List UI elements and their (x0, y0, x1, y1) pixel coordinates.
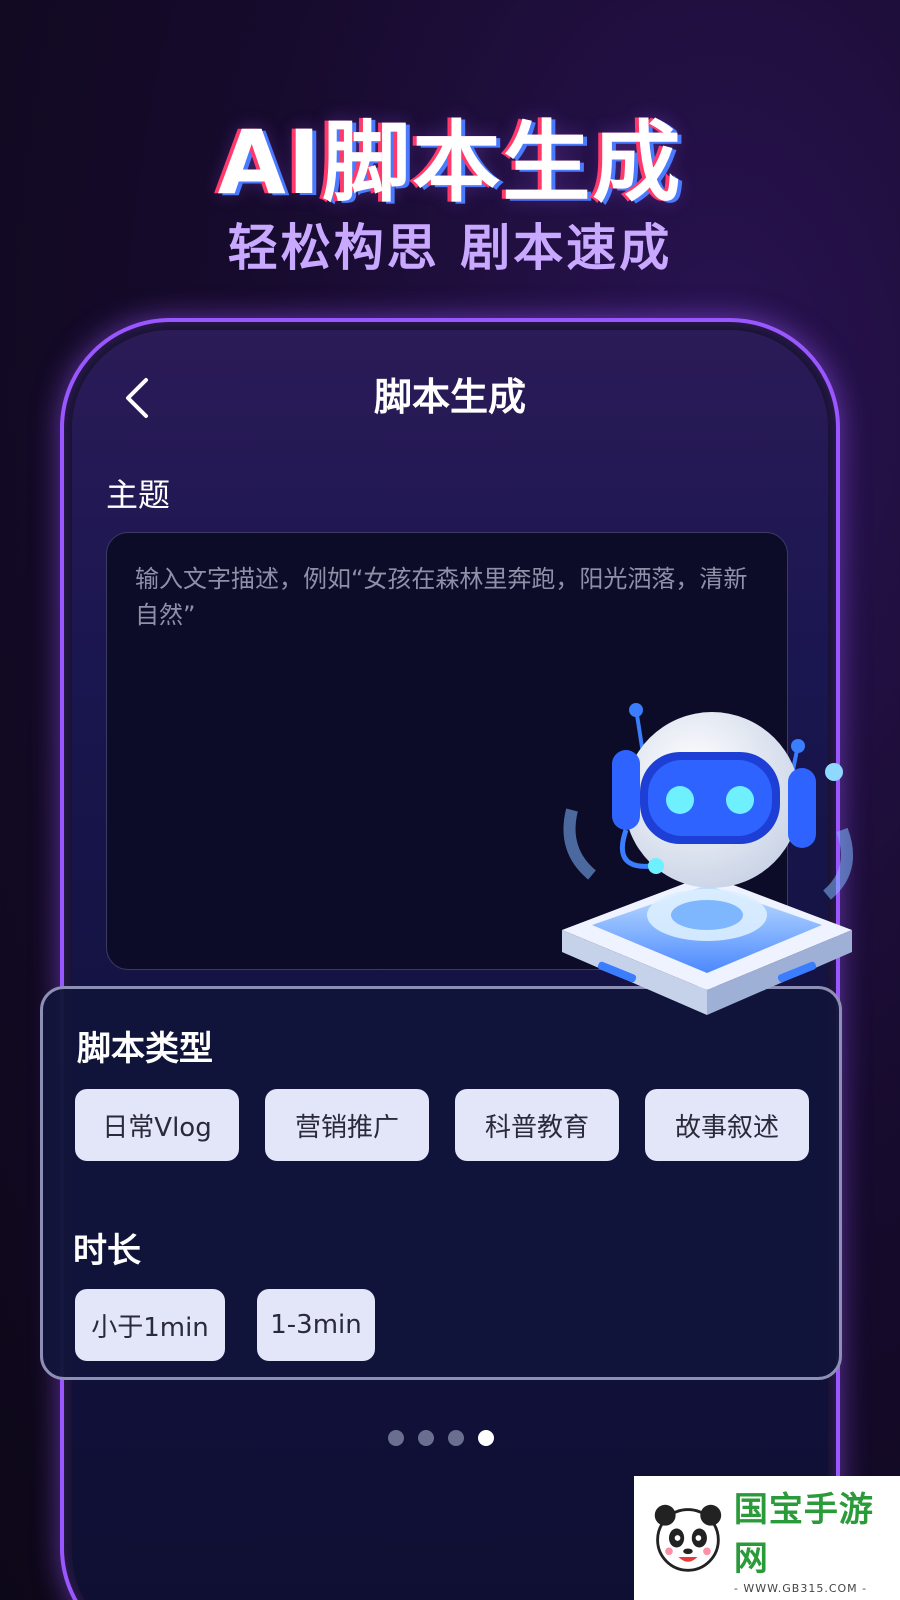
page-dot-4[interactable] (478, 1430, 494, 1446)
panda-logo-icon (654, 1504, 722, 1572)
chip-storytelling[interactable]: 故事叙述 (645, 1089, 809, 1161)
chip-daily-vlog[interactable]: 日常Vlog (75, 1089, 239, 1161)
options-panel: 脚本类型 日常Vlog 营销推广 科普教育 故事叙述 时长 小于1min 1-3… (40, 986, 842, 1380)
hero-subtitle: 轻松构思 剧本速成 (227, 219, 673, 277)
pagination-dots (388, 1430, 494, 1446)
topic-placeholder: 输入文字描述，例如“女孩在森林里奔跑，阳光洒落，清新自然” (135, 565, 748, 629)
watermark-url: - WWW.GB315.COM - (733, 1581, 868, 1595)
page-dot-3[interactable] (448, 1430, 464, 1446)
watermark-title: 国宝手游网 (733, 1489, 874, 1579)
chip-education[interactable]: 科普教育 (455, 1089, 619, 1161)
chip-under-1min[interactable]: 小于1min (75, 1289, 225, 1361)
robot-mascot-illustration (562, 703, 853, 1015)
chip-1-3min[interactable]: 1-3min (257, 1289, 375, 1361)
chip-marketing[interactable]: 营销推广 (265, 1089, 429, 1161)
page-dot-2[interactable] (418, 1430, 434, 1446)
nav-title: 脚本生成 (373, 375, 526, 419)
duration-label: 时长 (73, 1231, 141, 1271)
topic-label: 主题 (106, 476, 171, 514)
site-watermark: 国宝手游网 - WWW.GB315.COM - (634, 1476, 900, 1600)
script-type-label: 脚本类型 (77, 1029, 213, 1069)
page-dot-1[interactable] (388, 1430, 404, 1446)
hero-title: AI脚本生成 (217, 111, 683, 214)
